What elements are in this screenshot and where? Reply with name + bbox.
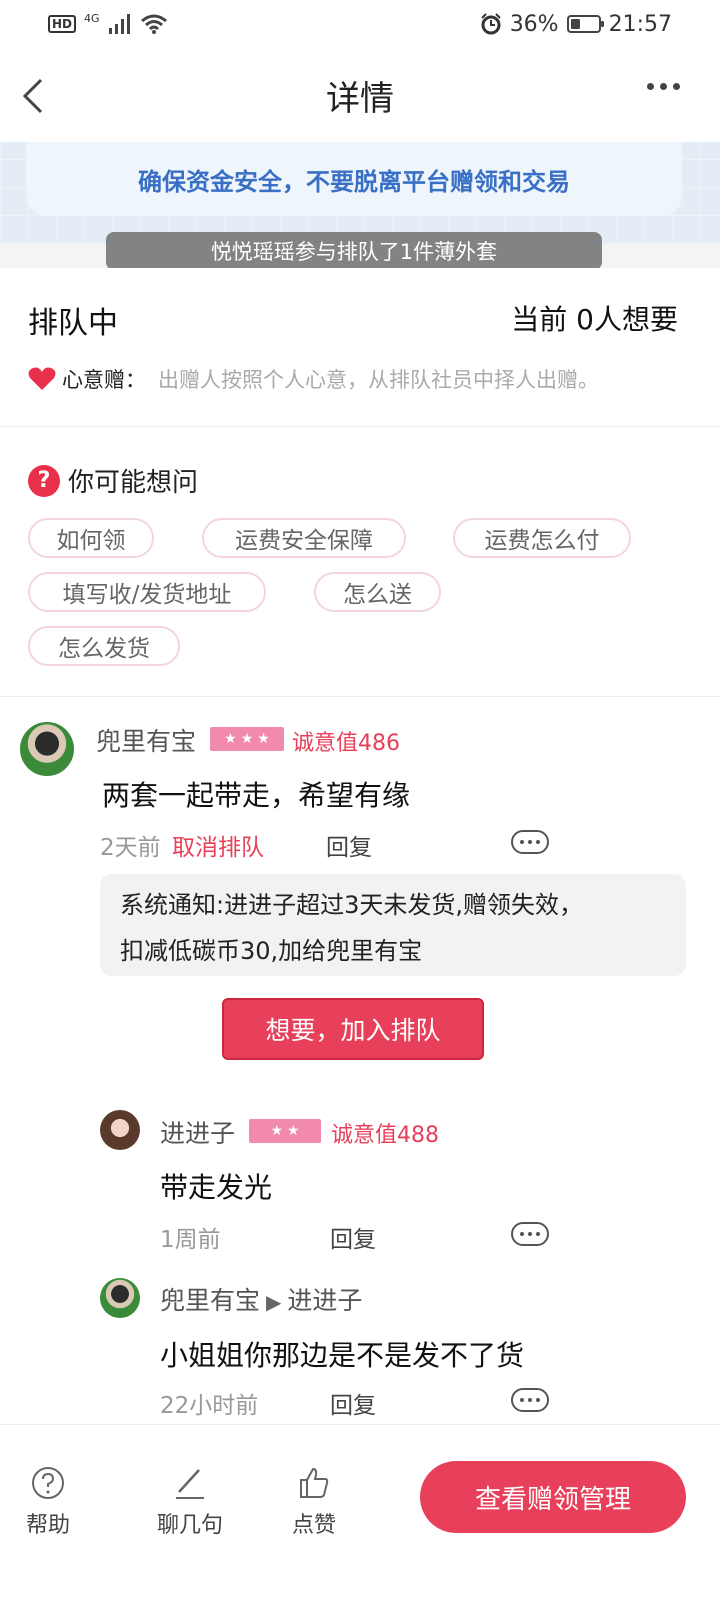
help-label: 帮助 (26, 1513, 71, 1538)
faq-chip[interactable]: 怎么发货 (28, 626, 180, 666)
more-dot (520, 1232, 524, 1236)
faq-chip[interactable]: 如何领 (28, 518, 154, 558)
heart-icon (28, 367, 56, 390)
reply-button[interactable]: 回复 (330, 1220, 376, 1254)
status-right: 36% 21:57 (480, 12, 672, 37)
page-title: 详情 (326, 78, 394, 119)
bottom-action-bar: 帮助 聊几句 点赞 查看赠领管理 (0, 1424, 720, 1600)
hd-icon: HD (48, 15, 77, 33)
view-gift-management-button[interactable]: 查看赠领管理 (420, 1461, 686, 1533)
more-dot (536, 1232, 540, 1236)
more-dot (528, 1232, 532, 1236)
divider (0, 696, 720, 697)
more-dot (673, 83, 680, 90)
reply-button[interactable]: 回复 (326, 828, 372, 862)
faq-chip[interactable]: 填写收/发货地址 (28, 572, 266, 612)
more-dot (536, 840, 540, 844)
divider (0, 426, 720, 427)
back-button[interactable] (18, 76, 48, 116)
star-badge: ★ ★ (249, 1119, 321, 1143)
header: 详情 (0, 48, 720, 142)
comment-more-button[interactable] (511, 1222, 549, 1246)
like-label: 点赞 (292, 1513, 337, 1538)
banner-text: 确保资金安全，不要脱离平台赠领和交易 (138, 167, 570, 196)
avatar[interactable] (100, 1278, 140, 1318)
notice-line: 扣减低碳币30,加给兜里有宝 (120, 937, 423, 965)
system-notice: 系统通知:进进子超过3天未发货,赠领失效， 扣减低碳币30,加给兜里有宝 (100, 874, 686, 976)
like-tab[interactable]: 点赞 (292, 1465, 336, 1539)
comment-text: 带走发光 (160, 1171, 273, 1204)
comment-text: 两套一起带走，希望有缘 (102, 779, 411, 812)
activity-toast: 悦悦瑶瑶参与排队了1件薄外套 (106, 232, 602, 270)
reply-header: 兜里有宝 ▶ 进进子 (160, 1281, 362, 1317)
faq-chip[interactable]: 运费安全保障 (202, 518, 406, 558)
star-icon: ★ (224, 731, 237, 747)
banner-card: 确保资金安全，不要脱离平台赠领和交易 (26, 142, 682, 216)
more-dot (520, 1398, 524, 1402)
chevron-left-icon (22, 78, 43, 114)
status-left: HD 4G (48, 11, 168, 35)
sincerity-score: 诚意值488 (331, 1123, 439, 1148)
comment-time: 1周前 (160, 1227, 221, 1253)
comment-more-button[interactable] (511, 1388, 549, 1412)
more-button[interactable] (647, 83, 680, 90)
star-icon: ★ (287, 1123, 300, 1139)
network-label: 4G (84, 11, 100, 25)
faq-chip[interactable]: 运费怎么付 (453, 518, 631, 558)
gift-mode-row: 心意赠： 出赠人按照个人心意，从排队社员中择人出赠。 (28, 364, 599, 394)
avatar[interactable] (100, 1110, 140, 1150)
queue-section: 排队中 当前 0人想要 心意赠： 出赠人按照个人心意，从排队社员中择人出赠。 (0, 268, 720, 426)
reply-button[interactable]: 回复 (330, 1386, 376, 1420)
queue-status: 排队中 (28, 306, 118, 341)
comment-user-name[interactable]: 兜里有宝 (96, 722, 196, 758)
chat-tab[interactable]: 聊几句 (157, 1465, 223, 1539)
gift-mode-label: 心意赠： (62, 368, 146, 392)
signal-icon (108, 14, 130, 34)
faq-chip[interactable]: 怎么送 (314, 572, 441, 612)
comment-user-name[interactable]: 兜里有宝 (160, 1286, 260, 1315)
star-icon: ★ (240, 731, 254, 747)
comment-text: 小姐姐你那边是不是发不了货 (160, 1339, 525, 1372)
clock: 21:57 (608, 11, 672, 37)
star-icon: ★ (270, 1123, 283, 1139)
comment-time: 22小时前 (160, 1393, 259, 1419)
chat-label: 聊几句 (157, 1513, 224, 1538)
help-icon (30, 1465, 66, 1501)
question-icon: ? (28, 464, 60, 497)
comment-user-name[interactable]: 进进子 (160, 1114, 235, 1150)
sincerity-score: 诚意值486 (292, 731, 400, 756)
faq-header: ? 你可能想问 (28, 462, 198, 499)
more-dot (647, 83, 654, 90)
want-count: 当前 0人想要 (511, 303, 678, 336)
status-bar: HD 4G 36% 21:57 (0, 0, 720, 48)
reply-arrow-icon: ▶ (266, 1290, 282, 1314)
reply-target-name[interactable]: 进进子 (287, 1286, 362, 1315)
star-icon: ★ (257, 731, 270, 747)
battery-percent: 36% (509, 11, 559, 37)
pen-icon (172, 1465, 208, 1501)
faq-title: 你可能想问 (68, 468, 199, 498)
comment-time: 2天前 (100, 835, 161, 861)
avatar[interactable] (20, 722, 74, 776)
more-dot (528, 1398, 532, 1402)
comment-more-button[interactable] (511, 830, 549, 854)
more-dot (520, 840, 524, 844)
gift-mode-desc: 出赠人按照个人心意，从排队社员中择人出赠。 (158, 368, 599, 392)
wifi-icon (140, 14, 167, 34)
join-queue-button[interactable]: 想要，加入排队 (222, 998, 484, 1060)
alarm-icon (480, 13, 501, 35)
more-dot (536, 1398, 540, 1402)
cancel-queue-button[interactable]: 取消排队 (172, 828, 264, 862)
help-tab[interactable]: 帮助 (26, 1465, 70, 1539)
battery-icon (566, 15, 604, 33)
more-dot (660, 83, 667, 90)
thumbs-up-icon (296, 1465, 332, 1501)
notice-line: 系统通知:进进子超过3天未发货,赠领失效， (120, 891, 583, 919)
star-badge: ★ ★ ★ (210, 727, 284, 751)
safety-banner: 确保资金安全，不要脱离平台赠领和交易 (0, 142, 720, 244)
more-dot (528, 840, 532, 844)
